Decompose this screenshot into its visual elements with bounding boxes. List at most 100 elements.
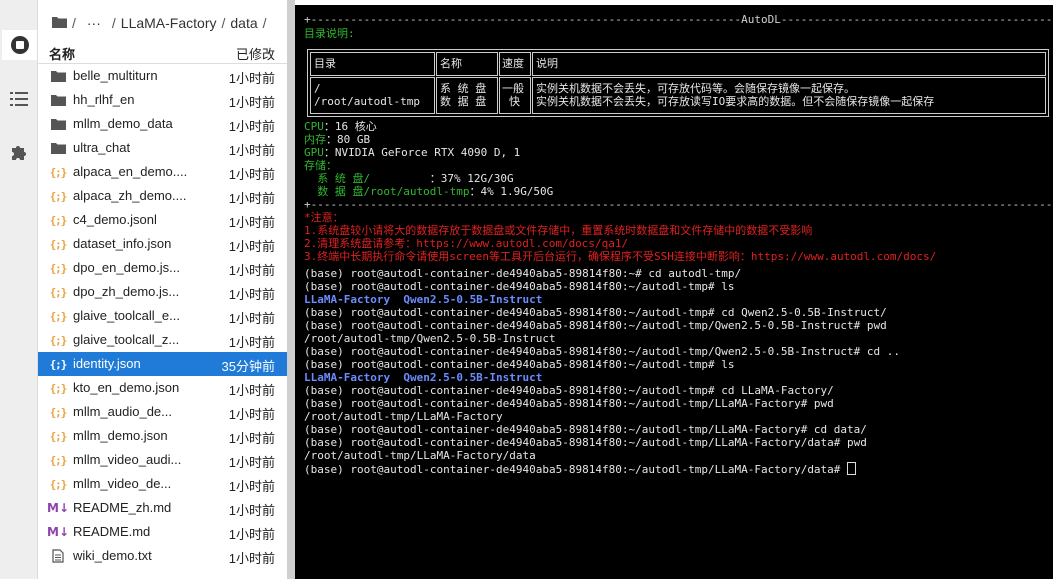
breadcrumb-separator: / xyxy=(72,15,76,31)
notice-line-2[interactable]: 2.清理系统盘请参考：https://www.autodl.com/docs/q… xyxy=(304,237,628,250)
file-row[interactable]: {;} mllm_video_de... 1小时前 xyxy=(38,472,287,496)
file-row[interactable]: M↓ README_zh.md 1小时前 xyxy=(38,496,287,520)
file-name: alpaca_en_demo.... xyxy=(73,164,188,179)
terminal-line: /root/autodl-tmp/Qwen2.5-0.5B-Instruct xyxy=(304,332,556,345)
json-file-icon: {;} xyxy=(49,261,68,275)
file-modified-time: 1小时前 xyxy=(228,407,275,422)
file-modified-time: 1小时前 xyxy=(228,71,275,86)
file-name: glaive_toolcall_e... xyxy=(73,308,180,323)
terminal[interactable]: +---------------------------------------… xyxy=(295,5,1053,579)
breadcrumb-item-llama-factory[interactable]: LLaMA-Factory xyxy=(121,15,217,31)
file-row[interactable]: {;} dpo_en_demo.js... 1小时前 xyxy=(38,256,287,280)
file-row[interactable]: {;} dataset_info.json 1小时前 xyxy=(38,232,287,256)
file-row[interactable]: belle_multiturn 1小时前 xyxy=(38,64,287,88)
file-row[interactable]: {;} glaive_toolcall_e... 1小时前 xyxy=(38,304,287,328)
file-modified-time: 1小时前 xyxy=(228,431,275,446)
file-name: identity.json xyxy=(73,356,141,371)
file-row[interactable]: {;} mllm_demo.json 1小时前 xyxy=(38,424,287,448)
terminal-line: (base) root@autodl-container-de4940aba5-… xyxy=(304,397,834,410)
file-name: alpaca_zh_demo.... xyxy=(73,188,187,203)
file-modified-time: 1小时前 xyxy=(228,479,275,494)
file-name: dpo_en_demo.js... xyxy=(73,260,180,275)
file-modified-time: 35分钟前 xyxy=(221,359,275,374)
breadcrumb-item-data[interactable]: data xyxy=(230,15,257,31)
json-file-icon: {;} xyxy=(49,189,68,203)
file-row[interactable]: M↓ README.md 1小时前 xyxy=(38,520,287,544)
folder-icon xyxy=(50,69,66,83)
file-modified-time: 1小时前 xyxy=(228,263,275,278)
file-row[interactable]: {;} mllm_audio_de... 1小时前 xyxy=(38,400,287,424)
terminal-line: (base) root@autodl-container-de4940aba5-… xyxy=(304,345,901,358)
table-cell-speed: 一般 快 xyxy=(499,77,531,114)
file-row[interactable]: {;} c4_demo.jsonl 1小时前 xyxy=(38,208,287,232)
folder-icon xyxy=(50,117,66,131)
breadcrumb-separator: / xyxy=(262,15,267,31)
file-name: c4_demo.jsonl xyxy=(73,212,157,227)
breadcrumb-ellipsis[interactable]: ··· xyxy=(87,15,101,31)
json-file-icon: {;} xyxy=(49,405,68,419)
file-name: dataset_info.json xyxy=(73,236,172,251)
file-row[interactable]: {;} mllm_video_audi... 1小时前 xyxy=(38,448,287,472)
file-browser: / ··· / LLaMA-Factory / data / 名称 已修改 be… xyxy=(38,0,287,579)
folder-icon xyxy=(50,141,66,155)
terminal-line: (base) root@autodl-container-de4940aba5-… xyxy=(304,306,887,319)
breadcrumb-separator: / xyxy=(111,15,116,31)
file-row[interactable]: {;} glaive_toolcall_z... 1小时前 xyxy=(38,328,287,352)
panel-splitter[interactable] xyxy=(287,0,295,579)
file-modified-time: 1小时前 xyxy=(228,239,275,254)
file-name: hh_rlhf_en xyxy=(73,92,135,107)
table-cell-name: 系 统 盘 数 据 盘 xyxy=(436,77,498,114)
terminal-line: (base) root@autodl-container-de4940aba5-… xyxy=(304,358,735,371)
activity-rail xyxy=(0,0,38,579)
table-cell-desc: 实例关机数据不会丢失，可存放代码等。会随保存镜像一起保存。 实例关机数据不会丢失… xyxy=(532,77,1046,114)
terminal-line: (base) root@autodl-container-de4940aba5-… xyxy=(304,462,857,476)
file-name: README.md xyxy=(73,524,151,539)
directory-table: 目录 名称 速度 说明 / /root/autodl-tmp 系 统 盘 数 据… xyxy=(307,49,1049,117)
table-of-contents-icon[interactable] xyxy=(4,84,34,114)
extensions-puzzle-icon[interactable] xyxy=(4,137,34,167)
file-modified-time: 1小时前 xyxy=(228,551,275,566)
file-row[interactable]: wiki_demo.txt 1小时前 xyxy=(38,544,287,568)
file-row[interactable]: {;} kto_en_demo.json 1小时前 xyxy=(38,376,287,400)
json-file-icon: {;} xyxy=(49,477,68,491)
breadcrumb: / ··· / LLaMA-Factory / data / xyxy=(52,12,272,34)
column-header-modified[interactable]: 已修改 xyxy=(236,44,275,63)
file-name: mllm_video_audi... xyxy=(73,452,182,467)
terminal-line: /root/autodl-tmp/LLaMA-Factory/data xyxy=(304,449,536,462)
column-header-name[interactable]: 名称 xyxy=(49,44,75,63)
file-name: glaive_toolcall_z... xyxy=(73,332,180,347)
terminal-line: (base) root@autodl-container-de4940aba5-… xyxy=(304,319,887,332)
notice-line-1: 1.系统盘较小请将大的数据存放于数据盘或文件存储中，重置系统时数据盘和文件存储中… xyxy=(304,224,813,237)
file-name: mllm_video_de... xyxy=(73,476,172,491)
file-row[interactable]: mllm_demo_data 1小时前 xyxy=(38,112,287,136)
terminal-cursor xyxy=(847,462,857,475)
data-disk-line: 数 据 盘/root/autodl-tmp：4% 1.9G/50G xyxy=(304,185,554,198)
file-row[interactable]: {;} alpaca_en_demo.... 1小时前 xyxy=(38,160,287,184)
file-row[interactable]: {;} dpo_zh_demo.js... 1小时前 xyxy=(38,280,287,304)
folder-home-icon[interactable] xyxy=(52,15,67,31)
divider-line: +---------------------------------------… xyxy=(304,198,1053,211)
file-row[interactable]: {;} identity.json 35分钟前 xyxy=(38,352,287,376)
storage-label: 存储： xyxy=(304,159,337,172)
file-name: README_zh.md xyxy=(73,500,172,515)
file-row[interactable]: hh_rlhf_en 1小时前 xyxy=(38,88,287,112)
file-name: wiki_demo.txt xyxy=(73,548,152,563)
file-modified-time: 1小时前 xyxy=(228,527,275,542)
json-file-icon: {;} xyxy=(49,381,68,395)
text-file-icon xyxy=(50,549,66,563)
terminal-line: (base) root@autodl-container-de4940aba5-… xyxy=(304,423,867,436)
table-header-dir: 目录 xyxy=(310,52,435,76)
terminal-line: (base) root@autodl-container-de4940aba5-… xyxy=(304,436,867,449)
json-file-icon: {;} xyxy=(49,237,68,251)
json-file-icon: {;} xyxy=(49,453,68,467)
notice-line-3[interactable]: 3.终端中长期执行命令请使用screen等工具开后台运行，确保程序不受SSH连接… xyxy=(304,250,936,263)
file-modified-time: 1小时前 xyxy=(228,95,275,110)
cpu-line: CPU：16 核心 xyxy=(304,120,377,133)
file-row[interactable]: ultra_chat 1小时前 xyxy=(38,136,287,160)
file-row[interactable]: {;} alpaca_zh_demo.... 1小时前 xyxy=(38,184,287,208)
file-modified-time: 1小时前 xyxy=(228,191,275,206)
autodl-banner: +---------------------------------------… xyxy=(304,13,1053,26)
file-name: mllm_demo_data xyxy=(73,116,173,131)
file-modified-time: 1小时前 xyxy=(228,383,275,398)
running-terminals-icon[interactable] xyxy=(2,30,37,60)
